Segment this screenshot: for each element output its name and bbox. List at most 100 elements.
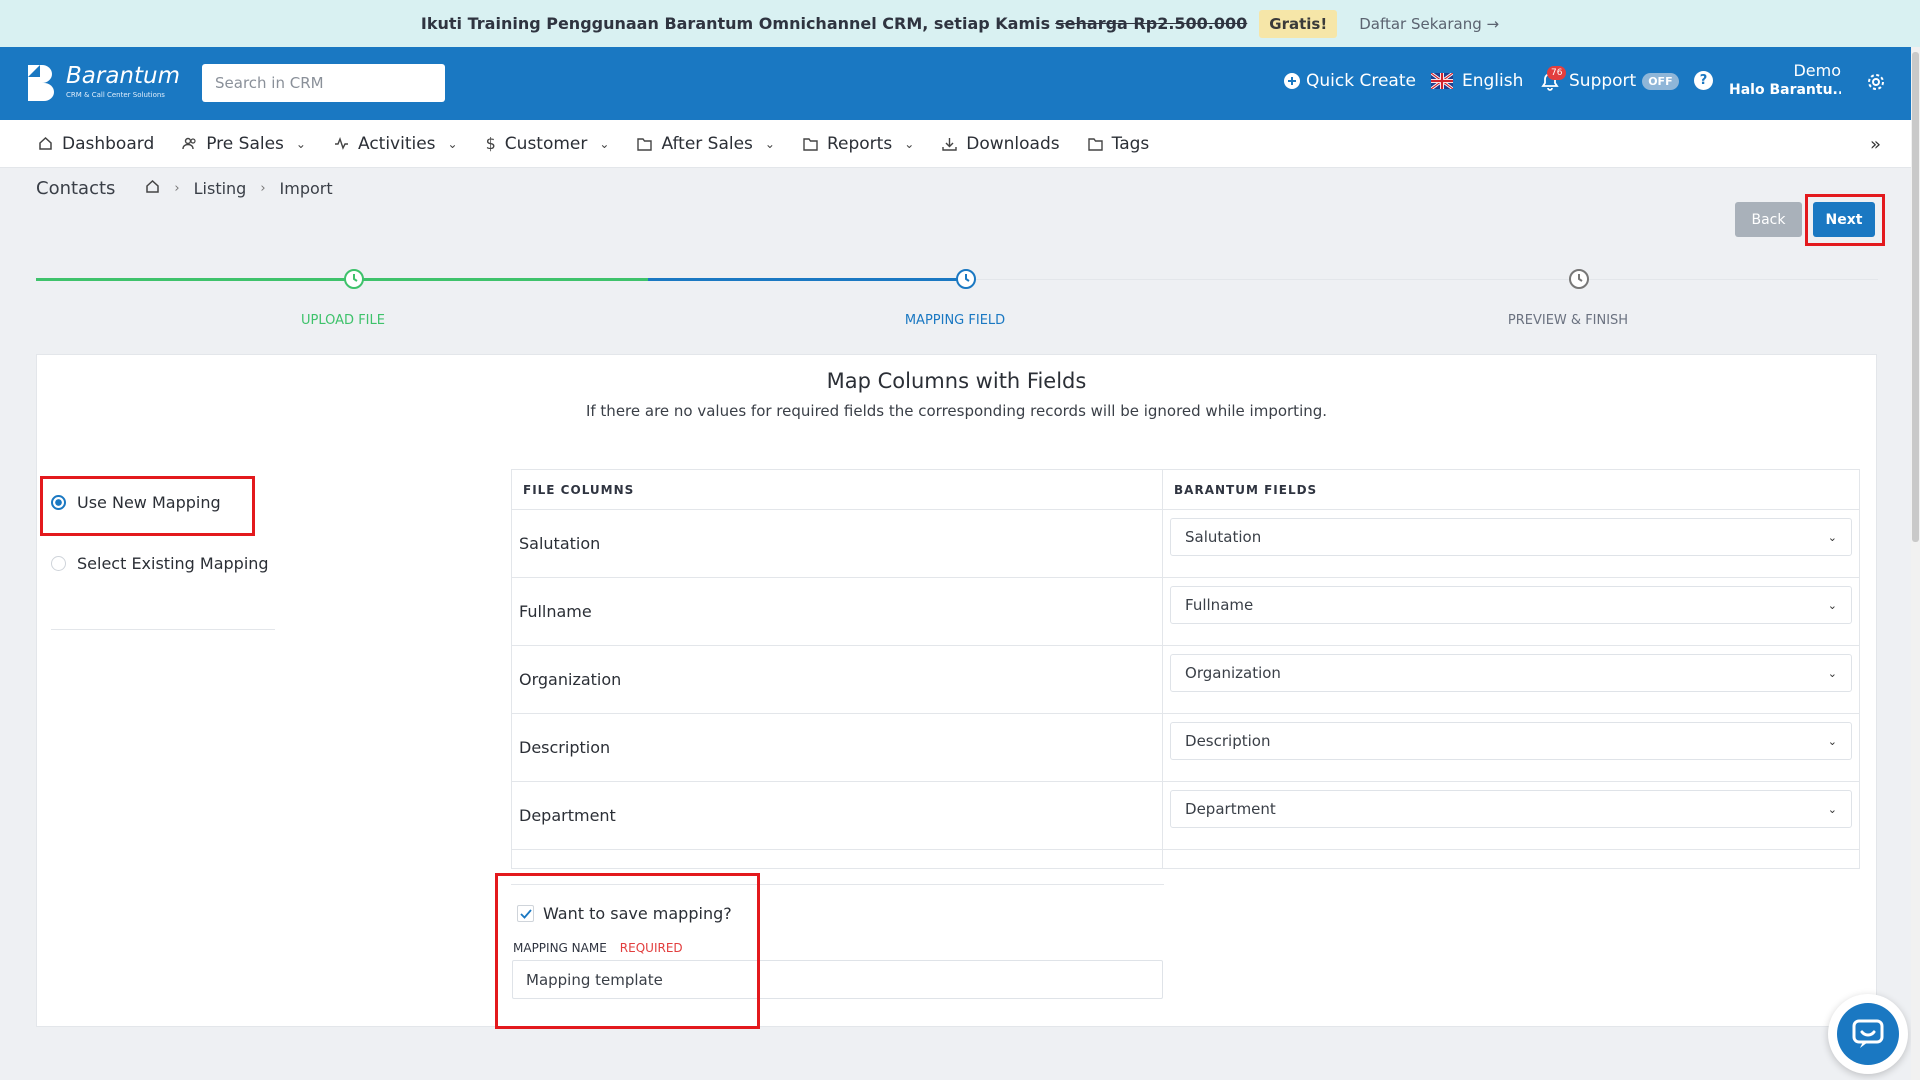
nav-item-label: After Sales (661, 133, 753, 154)
chevron-down-icon: ⌄ (1827, 666, 1837, 680)
breadcrumb: Contacts › Listing › Import (36, 178, 333, 199)
chevron-down-icon: ⌄ (295, 136, 306, 151)
select-existing-mapping-option[interactable]: Select Existing Mapping (51, 554, 269, 573)
folder-icon (1087, 137, 1103, 151)
stepper-line-pending (966, 279, 1878, 280)
chevron-down-icon: ⌄ (1827, 734, 1837, 748)
breadcrumb-separator: › (260, 181, 266, 196)
help-icon: ? (1694, 71, 1713, 90)
nav-item-after-sales[interactable]: After Sales ⌄ (637, 134, 775, 154)
promo-register-link[interactable]: Daftar Sekarang → (1359, 15, 1499, 33)
folder-icon (803, 137, 818, 151)
nav-item-label: Dashboard (62, 133, 155, 154)
nav-item-tags[interactable]: Tags (1087, 133, 1150, 154)
users-icon (182, 136, 197, 151)
divider (51, 629, 275, 630)
select-existing-mapping-label: Select Existing Mapping (77, 554, 269, 573)
empty-cell (1163, 850, 1859, 868)
top-header: Barantum CRM & Call Center Solutions Qui… (0, 47, 1911, 120)
language-label: English (1462, 71, 1524, 91)
card-title: Map Columns with Fields (826, 369, 1087, 393)
support-label: Support (1569, 71, 1637, 91)
radio-unselected[interactable] (51, 556, 66, 571)
file-column-cell: Department (512, 782, 1164, 849)
user-greeting: Halo Barantu... (1729, 82, 1841, 98)
chat-button[interactable] (1828, 994, 1908, 1074)
home-icon[interactable] (145, 179, 160, 198)
field-select-value: Fullname (1185, 596, 1254, 614)
highlight-save-mapping (495, 873, 760, 1029)
barantum-fields-header: BARANTUM FIELDS (1174, 482, 1318, 497)
nav-item-pre-sales[interactable]: Pre Sales ⌄ (182, 134, 306, 154)
breadcrumb-listing[interactable]: Listing (194, 179, 247, 198)
field-select-value: Department (1185, 800, 1276, 818)
clock-icon (344, 269, 364, 289)
chat-icon (1852, 1019, 1884, 1048)
scrollbar-thumb[interactable] (1912, 52, 1919, 542)
logo-subtitle: CRM & Call Center Solutions (66, 91, 165, 99)
field-select[interactable]: Department ⌄ (1170, 790, 1852, 828)
table-row (512, 850, 1859, 868)
nav-item-downloads[interactable]: Downloads (942, 134, 1060, 154)
step-label-upload: UPLOAD FILE (301, 313, 385, 328)
field-select[interactable]: Organization ⌄ (1170, 654, 1852, 692)
file-column-cell: Salutation (512, 510, 1164, 577)
step-label-mapping: MAPPING FIELD (904, 313, 1006, 328)
table-row: Salutation Salutation ⌄ (512, 510, 1859, 578)
main-nav: Dashboard Pre Sales ⌄ Activities ⌄ $ Cus… (0, 120, 1911, 168)
uk-flag-icon (1431, 73, 1453, 89)
nav-item-customer[interactable]: $ Customer ⌄ (486, 134, 610, 154)
field-select[interactable]: Salutation ⌄ (1170, 518, 1852, 556)
nav-item-activities[interactable]: Activities ⌄ (334, 134, 458, 154)
nav-item-dashboard[interactable]: Dashboard (38, 134, 154, 154)
chevron-down-icon: ⌄ (447, 136, 458, 151)
nav-item-label: Customer (504, 133, 588, 154)
page-title: Contacts (36, 178, 116, 199)
nav-item-reports[interactable]: Reports ⌄ (803, 134, 914, 154)
step-label-preview: PREVIEW & FINISH (1507, 313, 1629, 328)
file-column-cell: Description (512, 714, 1164, 781)
download-icon (942, 137, 957, 151)
table-row: Description Description ⌄ (512, 714, 1859, 782)
nav-item-label: Activities (357, 133, 436, 154)
table-header: FILE COLUMNS BARANTUM FIELDS (512, 470, 1859, 510)
empty-cell (512, 850, 1164, 868)
logo[interactable]: Barantum CRM & Call Center Solutions (24, 63, 184, 105)
language-selector[interactable]: English (1431, 71, 1523, 91)
file-column-cell: Organization (512, 646, 1164, 713)
plus-circle-icon (1284, 73, 1300, 89)
highlight-new-mapping (40, 476, 255, 536)
field-select[interactable]: Description ⌄ (1170, 722, 1852, 760)
notification-count-badge: 76 (1547, 66, 1567, 80)
nav-more-button[interactable]: » (1870, 134, 1881, 155)
promo-strike-price: seharga Rp2.500.000 (1055, 14, 1248, 33)
breadcrumb-separator: › (174, 181, 180, 196)
table-row: Department Department ⌄ (512, 782, 1859, 850)
help-button[interactable]: ? (1694, 71, 1713, 90)
breadcrumb-import: Import (279, 179, 333, 198)
field-select-value: Organization (1185, 664, 1281, 682)
barantum-logo-icon (28, 65, 54, 101)
stepper-line-done (36, 278, 648, 281)
mapping-table: FILE COLUMNS BARANTUM FIELDS Salutation … (511, 469, 1860, 869)
back-button[interactable]: Back (1735, 202, 1802, 237)
chevron-down-icon: ⌄ (1827, 598, 1837, 612)
nav-item-label: Tags (1111, 133, 1150, 154)
user-menu[interactable]: Demo Halo Barantu... (1729, 61, 1841, 98)
clock-icon (1569, 269, 1589, 289)
field-select-value: Salutation (1185, 528, 1262, 546)
home-icon (38, 136, 53, 151)
gear-icon[interactable] (1866, 72, 1886, 92)
search-input[interactable] (202, 64, 445, 102)
chevron-down-icon: ⌄ (764, 136, 775, 151)
card-subtitle: If there are no values for required fiel… (585, 402, 1328, 420)
clock-icon (956, 269, 976, 289)
chevron-down-icon: ⌄ (1827, 530, 1837, 544)
quick-create-label: Quick Create (1306, 71, 1416, 91)
field-select[interactable]: Fullname ⌄ (1170, 586, 1852, 624)
quick-create-button[interactable]: Quick Create (1283, 71, 1416, 91)
field-select-value: Description (1185, 732, 1271, 750)
nav-item-label: Pre Sales (206, 133, 284, 154)
table-row: Fullname Fullname ⌄ (512, 578, 1859, 646)
support-status-badge: OFF (1642, 72, 1679, 90)
